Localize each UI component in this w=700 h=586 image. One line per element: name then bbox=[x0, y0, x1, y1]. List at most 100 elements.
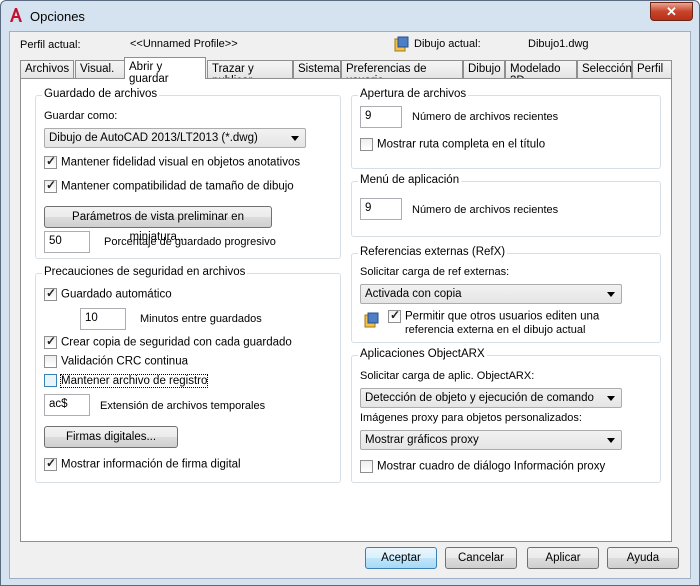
chevron-down-icon bbox=[291, 136, 299, 141]
chevron-down-icon bbox=[607, 292, 615, 297]
fidelity-label: Mantener fidelidad visual en objetos ano… bbox=[61, 156, 301, 169]
xref-allow-edit-checkbox[interactable]: ✓ bbox=[388, 308, 401, 323]
crc-label: Validación CRC continua bbox=[61, 355, 188, 368]
xref-title: Referencias externas (RefX) bbox=[358, 246, 508, 258]
open-recent-count-label: Número de archivos recientes bbox=[412, 111, 559, 123]
save-as-label: Guardar como: bbox=[44, 110, 118, 122]
tab-abrir-guardar[interactable]: Abrir y guardar bbox=[124, 57, 206, 85]
objectarx-demand-value: Detección de objeto y ejecución de coman… bbox=[365, 392, 594, 404]
incremental-save-input[interactable]: 50 bbox=[44, 231, 90, 253]
fullpath-checkbox[interactable] bbox=[360, 138, 373, 151]
fidelity-checkbox[interactable]: ✓ bbox=[44, 154, 57, 169]
temp-extension-label: Extensión de archivos temporales bbox=[100, 400, 266, 412]
chevron-down-icon bbox=[607, 438, 615, 443]
autosave-checkbox-row[interactable]: ✓ Guardado automático bbox=[44, 286, 172, 301]
fidelity-checkbox-row[interactable]: ✓ Mantener fidelidad visual en objetos an… bbox=[44, 154, 301, 169]
autocad-logo-icon bbox=[10, 8, 22, 22]
backup-checkbox-row[interactable]: ✓ Crear copia de seguridad con cada guard… bbox=[44, 334, 292, 349]
tab-seleccion[interactable]: Selección bbox=[577, 60, 632, 78]
checkmark-icon: ✓ bbox=[390, 308, 401, 322]
tab-perfil[interactable]: Perfil bbox=[632, 60, 672, 78]
file-open-group: Apertura de archivos 9 Número de archivo… bbox=[351, 88, 661, 169]
title-bar[interactable]: Opciones ✕ bbox=[1, 1, 699, 31]
close-button[interactable]: ✕ bbox=[650, 2, 693, 21]
proxy-images-label: Imágenes proxy para objetos personalizad… bbox=[360, 412, 582, 424]
cancel-button[interactable]: Cancelar bbox=[445, 547, 517, 569]
open-recent-count-input[interactable]: 9 bbox=[360, 106, 402, 128]
ok-button[interactable]: Aceptar bbox=[365, 547, 437, 569]
tab-modelado-3d[interactable]: Modelado 3D bbox=[505, 60, 577, 87]
drawing-label: Dibujo actual: bbox=[414, 38, 481, 50]
tab-visual[interactable]: Visual. bbox=[75, 60, 125, 78]
shield-drawing-icon bbox=[364, 312, 379, 328]
file-open-title: Apertura de archivos bbox=[358, 88, 469, 100]
show-signature-checkbox-row[interactable]: ✓ Mostrar información de firma digital bbox=[44, 456, 241, 471]
objectarx-demand-dropdown[interactable]: Detección de objeto y ejecución de coman… bbox=[360, 388, 622, 408]
checkmark-icon: ✓ bbox=[46, 334, 57, 348]
log-checkbox-row[interactable]: Mantener archivo de registro bbox=[44, 373, 209, 388]
apply-button[interactable]: Aplicar bbox=[527, 547, 599, 569]
autosave-label: Guardado automático bbox=[61, 288, 172, 301]
compat-checkbox-row[interactable]: ✓ Mantener compatibilidad de tamaño de di… bbox=[44, 178, 294, 193]
help-button[interactable]: Ayuda bbox=[607, 547, 679, 569]
xref-demand-value: Activada con copia bbox=[365, 288, 462, 300]
menu-recent-count-label: Número de archivos recientes bbox=[412, 204, 559, 216]
proxy-dialog-checkbox[interactable] bbox=[360, 460, 373, 473]
app-menu-title: Menú de aplicación bbox=[358, 174, 462, 186]
incremental-save-label: Porcentaje de guardado progresivo bbox=[104, 236, 276, 248]
tab-panel-abrir-guardar: Guardado de archivos Guardar como: Dibuj… bbox=[20, 78, 672, 542]
thumbnail-settings-button[interactable]: Parámetros de vista preliminar en miniat… bbox=[44, 206, 272, 243]
checkmark-icon: ✓ bbox=[46, 154, 57, 168]
objectarx-demand-label: Solicitar carga de aplic. ObjectARX: bbox=[360, 370, 535, 382]
objectarx-title: Aplicaciones ObjectARX bbox=[358, 348, 487, 360]
tab-preferencias-usuario[interactable]: Preferencias de usuario bbox=[341, 60, 463, 87]
window-title: Opciones bbox=[30, 9, 85, 24]
checkmark-icon: ✓ bbox=[46, 178, 57, 192]
safety-title: Precauciones de seguridad en archivos bbox=[42, 266, 248, 278]
digital-signatures-button[interactable]: Firmas digitales... bbox=[44, 426, 178, 448]
log-checkbox[interactable] bbox=[44, 374, 57, 387]
xref-demand-label: Solicitar carga de ref externas: bbox=[360, 266, 510, 278]
backup-checkbox[interactable]: ✓ bbox=[44, 334, 57, 349]
drawing-value: Dibujo1.dwg bbox=[528, 38, 589, 50]
tab-archivos[interactable]: Archivos bbox=[20, 60, 74, 78]
autosave-checkbox[interactable]: ✓ bbox=[44, 286, 57, 301]
xref-group: Referencias externas (RefX) Solicitar ca… bbox=[351, 246, 661, 343]
app-menu-group: Menú de aplicación 9 Número de archivos … bbox=[351, 174, 661, 237]
tab-trazar-publicar[interactable]: Trazar y publicar bbox=[207, 60, 293, 87]
compat-checkbox[interactable]: ✓ bbox=[44, 178, 57, 193]
xref-demand-dropdown[interactable]: Activada con copia bbox=[360, 284, 622, 304]
tab-dibujo[interactable]: Dibujo bbox=[463, 60, 505, 78]
file-save-group: Guardado de archivos Guardar como: Dibuj… bbox=[35, 88, 341, 259]
proxy-images-value: Mostrar gráficos proxy bbox=[365, 434, 479, 446]
save-as-value: Dibujo de AutoCAD 2013/LT2013 (*.dwg) bbox=[49, 132, 258, 144]
profile-value: <<Unnamed Profile>> bbox=[130, 38, 238, 50]
autosave-minutes-label: Minutos entre guardados bbox=[140, 313, 262, 325]
proxy-dialog-checkbox-row[interactable]: Mostrar cuadro de diálogo Información pr… bbox=[360, 460, 605, 473]
tab-sistema[interactable]: Sistema bbox=[293, 60, 341, 78]
temp-extension-input[interactable]: ac$ bbox=[44, 394, 90, 416]
crc-checkbox-row[interactable]: Validación CRC continua bbox=[44, 355, 188, 368]
drawing-file-icon bbox=[394, 36, 409, 52]
xref-allow-edit-row[interactable]: ✓ Permitir que otros usuarios editen una bbox=[388, 308, 599, 323]
crc-checkbox[interactable] bbox=[44, 355, 57, 368]
menu-recent-count-input[interactable]: 9 bbox=[360, 198, 402, 220]
xref-allow-edit-label-2: referencia externa en el dibujo actual bbox=[405, 324, 586, 336]
options-dialog: Opciones ✕ Perfil actual: <<Unnamed Prof… bbox=[0, 0, 700, 586]
show-signature-checkbox[interactable]: ✓ bbox=[44, 456, 57, 471]
compat-label: Mantener compatibilidad de tamaño de dib… bbox=[61, 180, 294, 193]
profile-label: Perfil actual: bbox=[20, 39, 81, 51]
dialog-client-area: Perfil actual: <<Unnamed Profile>> Dibuj… bbox=[9, 31, 691, 579]
save-as-dropdown[interactable]: Dibujo de AutoCAD 2013/LT2013 (*.dwg) bbox=[44, 128, 306, 148]
show-signature-label: Mostrar información de firma digital bbox=[61, 458, 241, 471]
autosave-minutes-input[interactable]: 10 bbox=[80, 308, 126, 330]
backup-label: Crear copia de seguridad con cada guarda… bbox=[61, 336, 292, 349]
chevron-down-icon bbox=[607, 396, 615, 401]
proxy-images-dropdown[interactable]: Mostrar gráficos proxy bbox=[360, 430, 622, 450]
safety-group: Precauciones de seguridad en archivos ✓ G… bbox=[35, 266, 341, 483]
checkmark-icon: ✓ bbox=[46, 286, 57, 300]
checkmark-icon: ✓ bbox=[46, 456, 57, 470]
proxy-dialog-label: Mostrar cuadro de diálogo Información pr… bbox=[377, 460, 606, 473]
fullpath-checkbox-row[interactable]: Mostrar ruta completa en el título bbox=[360, 138, 545, 151]
file-save-title: Guardado de archivos bbox=[42, 88, 160, 100]
